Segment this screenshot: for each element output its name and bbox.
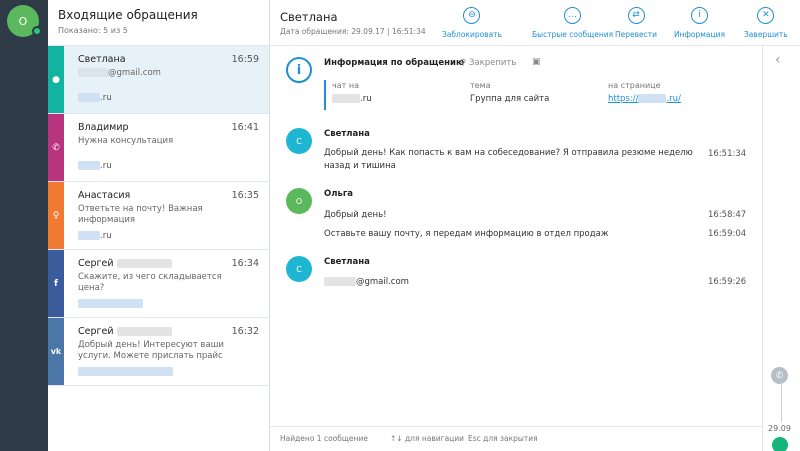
conversation-time: 16:41	[231, 122, 259, 133]
found-count: Найдено 1 сообщение	[280, 434, 368, 443]
message-author: Светлана	[324, 129, 370, 139]
channel-band: vk	[48, 318, 64, 385]
chevron-left-icon[interactable]: ‹	[775, 52, 781, 68]
block-icon: ⊖	[463, 7, 481, 24]
chat-area: i Информация по обращению ⚲ Закрепить ▣ …	[270, 46, 760, 426]
conversation-preview: @gmail.com	[78, 68, 261, 79]
chat-value: .ru	[332, 94, 372, 104]
transfer-button[interactable]: ⇄ Перевести	[615, 7, 657, 39]
vk-icon: vk	[50, 347, 62, 356]
avatar: С	[286, 256, 312, 282]
arrows-icon: ↑↓	[390, 434, 403, 443]
phone-icon: ✆	[52, 142, 60, 153]
timeline-date: 29.09	[768, 424, 791, 433]
quick-messages-button[interactable]: … Быстрые сообщения	[532, 7, 613, 39]
pin-icon: ⚲	[460, 58, 467, 68]
visitor-name: Светлана	[280, 10, 338, 24]
message-time: 16:51:34	[708, 149, 747, 159]
search-footer: Найдено 1 сообщение ↑↓ для навигации Esc…	[270, 426, 762, 451]
info-icon: i	[691, 7, 709, 24]
online-status-indicator	[32, 26, 42, 36]
message-author: Светлана	[324, 257, 370, 267]
topic-label: тема	[470, 81, 491, 90]
conversation-site	[78, 367, 173, 377]
conversation-item[interactable]: ♀ Анастасия Ответьте на почту! Важная инф…	[48, 182, 269, 250]
conversation-header: Светлана Дата обращения: 29.09.17 | 16:5…	[270, 0, 800, 46]
message-text: Добрый день! Как попасть к вам на собесе…	[324, 148, 693, 171]
message-time: 16:59:04	[708, 229, 747, 239]
info-accent-bar	[324, 80, 326, 110]
close-icon: ✕	[757, 7, 775, 24]
block-button[interactable]: ⊖ Заблокировать	[442, 7, 502, 39]
info-icon: i	[286, 57, 312, 83]
chat-label: чат на	[332, 81, 359, 90]
list-header: Входящие обращения Показано: 5 из 5	[48, 0, 269, 46]
page-label: на странице	[608, 81, 661, 90]
odnoklassniki-icon: ♀	[52, 210, 60, 221]
conversation-item[interactable]: ✆ Владимир Нужна консультация 16:41 .ru	[48, 114, 269, 182]
message-text: Оставьте вашу почту, я передам информаци…	[324, 229, 609, 239]
list-shown-count: Показано: 5 из 5	[58, 26, 128, 35]
timeline-marker[interactable]	[772, 437, 788, 451]
conversation-date: Дата обращения: 29.09.17 | 16:51:34	[280, 27, 426, 36]
conversation-preview: Ответьте на почту! Важная информация	[78, 204, 203, 225]
channel-band: ♀	[48, 182, 64, 249]
conversation-preview: Добрый день! Интересуют ваши услуги. Може…	[78, 340, 224, 361]
conversation-preview: Нужна консультация	[78, 136, 174, 146]
conversation-item[interactable]: vk Сергей Добрый день! Интересуют ваши ус…	[48, 318, 269, 386]
message-text: Добрый день!	[324, 210, 387, 220]
pin-button[interactable]: ⚲ Закрепить	[460, 58, 516, 68]
avatar: С	[286, 128, 312, 154]
left-rail: О	[0, 0, 48, 451]
conversation-main: Светлана Дата обращения: 29.09.17 | 16:5…	[270, 0, 800, 451]
avatar: О	[286, 188, 312, 214]
channel-band: ●	[48, 46, 64, 113]
quick-messages-icon: …	[564, 7, 582, 24]
conversation-item[interactable]: f Сергей Скажите, из чего складывается це…	[48, 250, 269, 318]
information-button[interactable]: i Информация	[674, 7, 725, 39]
transfer-icon: ⇄	[627, 7, 645, 24]
conversation-site	[78, 299, 143, 309]
channel-band: ✆	[48, 114, 64, 181]
info-title: Информация по обращению	[324, 58, 465, 68]
conversation-time: 16:34	[231, 258, 259, 269]
topic-value: Группа для сайта	[470, 94, 550, 104]
conversation-site: .ru	[78, 231, 112, 241]
finish-button[interactable]: ✕ Завершить	[744, 7, 788, 39]
message-time: 16:59:26	[708, 277, 747, 287]
bookmark-icon[interactable]: ▣	[532, 57, 541, 67]
escape-hint: Esc для закрытия	[468, 434, 538, 443]
conversation-list-panel: Входящие обращения Показано: 5 из 5 ● Св…	[48, 0, 270, 451]
timeline-line	[781, 382, 782, 422]
facebook-icon: f	[54, 278, 58, 289]
message-text: @gmail.com	[324, 276, 694, 289]
side-panel: ‹ ✆ 29.09	[762, 46, 800, 451]
conversation-site: .ru	[78, 161, 112, 171]
conversation-item[interactable]: ● Светлана @gmail.com 16:59 .ru	[48, 46, 269, 114]
message-author: Ольга	[324, 189, 354, 199]
navigation-hint: ↑↓ для навигации	[390, 434, 465, 443]
chat-icon: ●	[52, 74, 60, 85]
page-link[interactable]: https://.ru/	[608, 94, 681, 104]
conversation-time: 16:32	[231, 326, 259, 337]
list-title: Входящие обращения	[58, 8, 198, 22]
channel-band: f	[48, 250, 64, 317]
phone-icon[interactable]: ✆	[771, 367, 788, 384]
conversation-time: 16:35	[231, 190, 259, 201]
conversation-preview: Скажите, из чего складывается цена?	[78, 272, 222, 293]
message-time: 16:58:47	[708, 210, 747, 220]
conversation-site: .ru	[78, 93, 112, 103]
conversation-time: 16:59	[231, 54, 259, 65]
